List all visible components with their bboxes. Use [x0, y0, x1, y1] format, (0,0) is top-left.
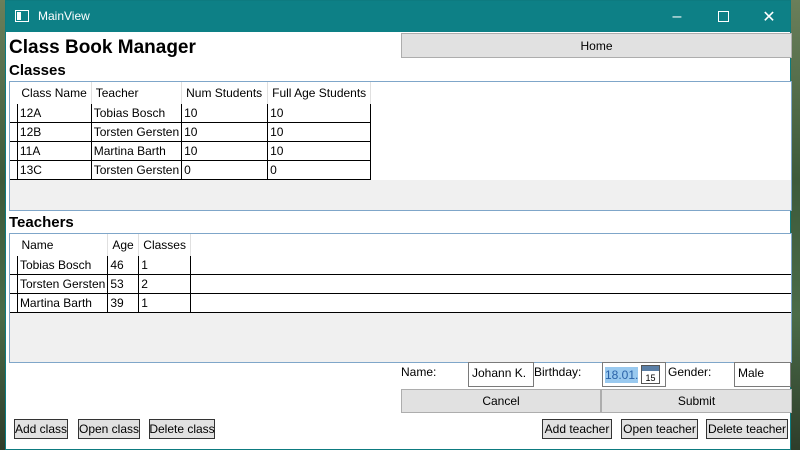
row-header[interactable]: [10, 141, 18, 161]
main-window: MainView – ✕ Class Book Manager Home Cla…: [5, 0, 792, 450]
calendar-icon[interactable]: 15: [641, 365, 660, 384]
open-teacher-button[interactable]: Open teacher: [621, 419, 698, 439]
birthday-label: Birthday:: [534, 365, 582, 379]
classes-header-row: Class Name Teacher Num Students Full Age…: [10, 82, 791, 104]
close-button[interactable]: ✕: [746, 1, 792, 32]
table-cell[interactable]: 10: [267, 104, 372, 123]
table-cell[interactable]: 1: [138, 256, 191, 275]
row-header[interactable]: [10, 104, 18, 123]
teachers-header-row: Name Age Classes: [10, 234, 791, 256]
column-header[interactable]: Age: [107, 234, 140, 256]
classes-heading: Classes: [9, 62, 66, 79]
row-header-corner: [10, 234, 18, 256]
maximize-icon: [717, 11, 729, 22]
name-input[interactable]: Johann K.: [468, 362, 534, 387]
submit-button[interactable]: Submit: [601, 389, 792, 413]
open-class-button[interactable]: Open class: [78, 419, 140, 439]
table-row[interactable]: 11A Martina Barth 10 10: [10, 141, 791, 161]
row-header-corner: [10, 82, 18, 104]
classes-table: Class Name Teacher Num Students Full Age…: [10, 82, 791, 180]
teachers-heading: Teachers: [9, 214, 74, 231]
name-label: Name:: [401, 365, 437, 379]
gender-input[interactable]: Male: [734, 362, 791, 387]
table-row[interactable]: Martina Barth 39 1: [10, 293, 791, 313]
page-title: Class Book Manager: [9, 37, 196, 58]
column-filler: [370, 82, 791, 104]
delete-teacher-button[interactable]: Delete teacher: [706, 419, 788, 439]
row-header[interactable]: [10, 293, 18, 313]
table-cell[interactable]: Martina Barth: [91, 141, 183, 161]
table-row[interactable]: 12A Tobias Bosch 10 10: [10, 104, 791, 123]
table-cell[interactable]: 53: [107, 274, 140, 294]
column-header[interactable]: Classes: [138, 234, 191, 256]
minimize-icon: –: [672, 7, 682, 25]
row-header[interactable]: [10, 122, 18, 142]
table-cell[interactable]: Tobias Bosch: [17, 256, 109, 275]
cancel-button[interactable]: Cancel: [401, 389, 601, 413]
table-cell[interactable]: 10: [181, 104, 269, 123]
birthday-datepicker[interactable]: 18.01. 15: [602, 362, 666, 387]
row-filler: [190, 256, 791, 275]
row-filler: [371, 123, 791, 142]
row-filler: [371, 161, 791, 180]
row-header[interactable]: [10, 274, 18, 294]
teachers-table: Name Age Classes Tobias Bosch 46 1 Torst…: [10, 234, 791, 313]
row-header[interactable]: [10, 256, 18, 275]
table-row[interactable]: Torsten Gersten 53 2: [10, 274, 791, 294]
column-header[interactable]: Name: [17, 234, 109, 256]
teachers-grid[interactable]: Name Age Classes Tobias Bosch 46 1 Torst…: [9, 233, 792, 363]
row-filler: [190, 274, 791, 294]
birthday-value[interactable]: 18.01.: [605, 367, 638, 383]
classes-grid[interactable]: Class Name Teacher Num Students Full Age…: [9, 81, 792, 211]
table-cell[interactable]: 0: [267, 160, 372, 180]
minimize-button[interactable]: –: [654, 1, 700, 32]
column-header[interactable]: Class Name: [17, 82, 92, 104]
row-filler: [190, 293, 791, 313]
table-row[interactable]: 13C Torsten Gersten 0 0: [10, 160, 791, 180]
row-filler: [371, 142, 791, 161]
column-header[interactable]: Num Students: [181, 82, 269, 104]
calendar-day: 15: [645, 373, 656, 383]
table-cell[interactable]: 11A: [17, 141, 92, 161]
table-cell[interactable]: Torsten Gersten: [91, 122, 183, 142]
gender-label: Gender:: [668, 365, 712, 379]
column-header[interactable]: Teacher: [91, 82, 183, 104]
table-cell[interactable]: 1: [138, 293, 191, 313]
row-header[interactable]: [10, 160, 18, 180]
add-teacher-button[interactable]: Add teacher: [542, 419, 612, 439]
add-class-button[interactable]: Add class: [14, 419, 68, 439]
table-row[interactable]: 12B Torsten Gersten 10 10: [10, 122, 791, 142]
delete-class-button[interactable]: Delete class: [149, 419, 215, 439]
table-cell[interactable]: Martina Barth: [17, 293, 109, 313]
close-icon: ✕: [762, 8, 776, 26]
window-title: MainView: [38, 9, 90, 23]
table-cell[interactable]: 2: [138, 274, 191, 294]
row-filler: [371, 104, 791, 123]
table-cell[interactable]: 12B: [17, 122, 92, 142]
home-button[interactable]: Home: [401, 33, 792, 58]
table-cell[interactable]: 10: [267, 122, 372, 142]
maximize-button[interactable]: [700, 1, 746, 32]
table-row[interactable]: Tobias Bosch 46 1: [10, 256, 791, 275]
table-cell[interactable]: 39: [107, 293, 140, 313]
table-cell[interactable]: 12A: [17, 104, 92, 123]
table-cell[interactable]: Tobias Bosch: [91, 104, 183, 123]
table-cell[interactable]: 10: [181, 122, 269, 142]
table-cell[interactable]: 0: [181, 160, 269, 180]
title-bar[interactable]: MainView – ✕: [6, 1, 790, 32]
table-cell[interactable]: 10: [181, 141, 269, 161]
table-cell[interactable]: Torsten Gersten: [17, 274, 109, 294]
table-cell[interactable]: Torsten Gersten: [91, 160, 183, 180]
table-cell[interactable]: 46: [107, 256, 140, 275]
column-filler: [190, 234, 791, 256]
table-cell[interactable]: 10: [267, 141, 372, 161]
column-header[interactable]: Full Age Students: [267, 82, 372, 104]
app-icon: [15, 10, 29, 22]
table-cell[interactable]: 13C: [17, 160, 92, 180]
